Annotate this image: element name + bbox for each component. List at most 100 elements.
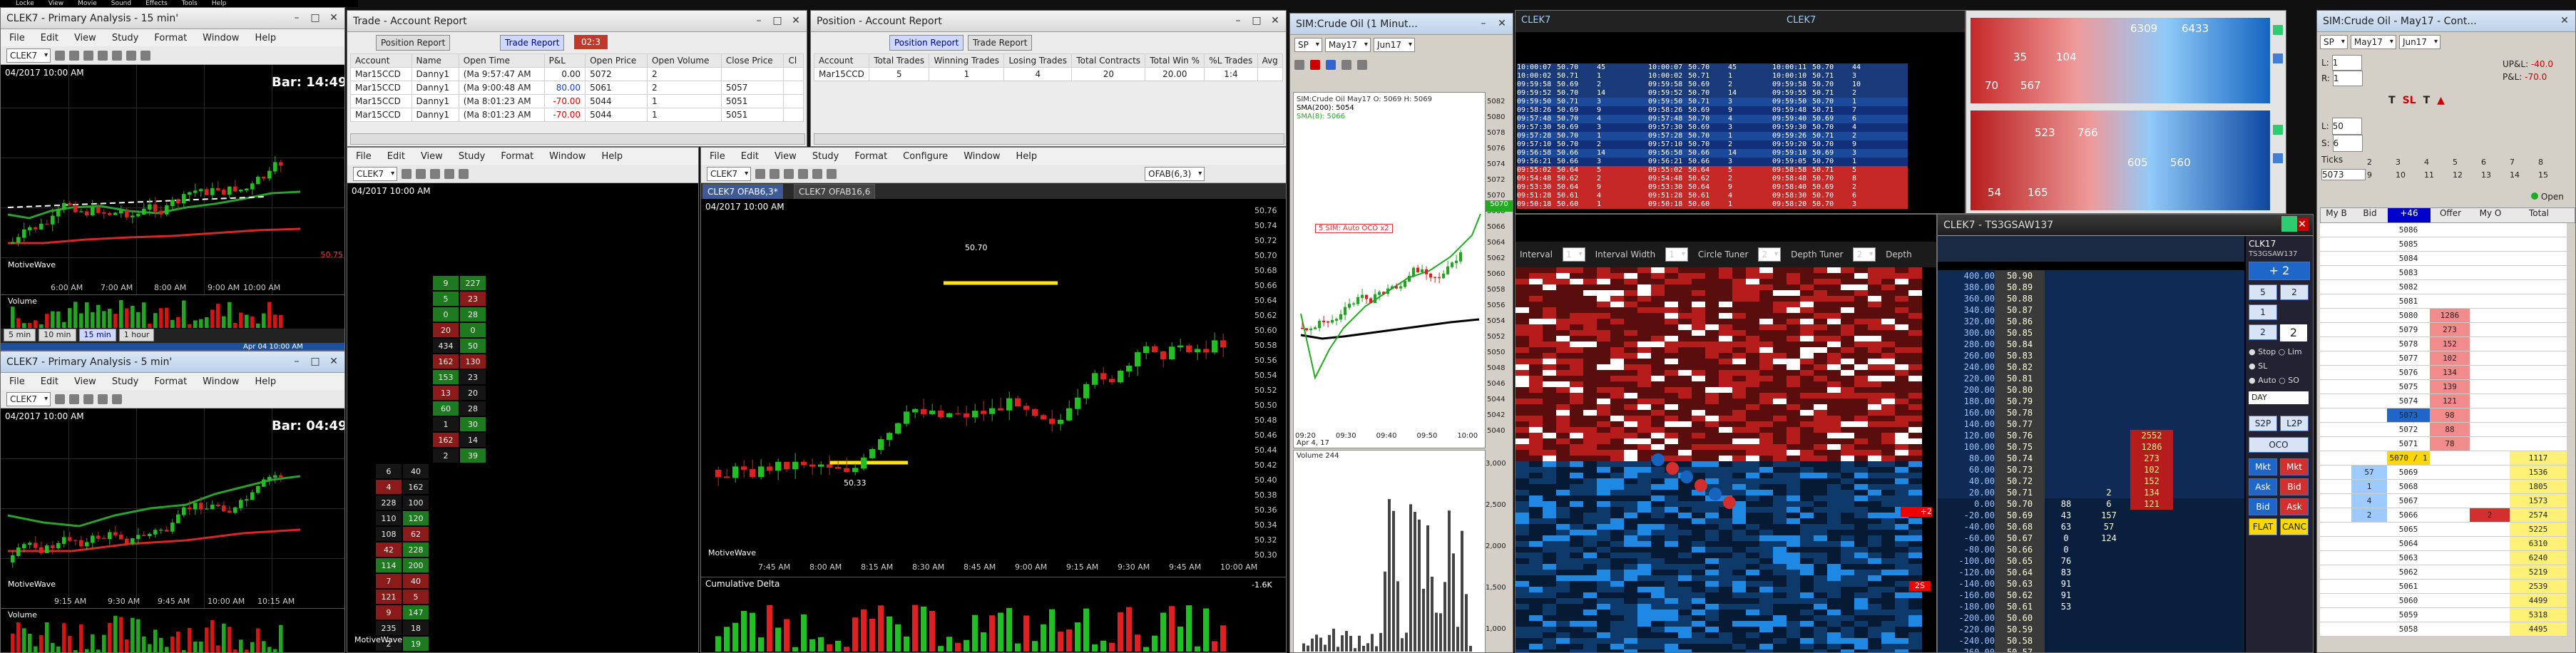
tab-trade-report[interactable]: Trade Report: [968, 35, 1033, 51]
ts-row[interactable]: 09:58:40 50.69 2: [1772, 183, 1908, 192]
window-titlebar[interactable]: CLEK7 - Primary Analysis - 5 min' – □ ✕: [1, 351, 344, 373]
ts-row[interactable]: 09:59:58 50.69 2: [1517, 81, 1652, 89]
tab-ofab-16-6[interactable]: CLEK7 OFAB16,6: [794, 184, 876, 200]
ts-row[interactable]: 09:58:20 50.70 3: [1772, 200, 1908, 209]
ladder-row[interactable]: 40.00 50.72 152: [1938, 475, 2244, 487]
ladder-row[interactable]: -220.00 50.59: [1938, 624, 2244, 635]
ts-row[interactable]: 09:57:48 50.70 4: [1517, 115, 1652, 123]
tick-number[interactable]: 6: [2481, 158, 2486, 167]
ts-row[interactable]: 09:56:58 50.66 14: [1517, 149, 1652, 158]
dom-row[interactable]: 5086: [2320, 223, 2574, 237]
menu-file[interactable]: File: [9, 33, 25, 43]
ts-row[interactable]: 09:55:02 50.64 5: [1648, 166, 1784, 175]
crosshair-icon[interactable]: [69, 50, 80, 61]
tf-tab-15min[interactable]: 15 min: [78, 329, 116, 341]
close-icon[interactable]: ✕: [327, 11, 340, 24]
symbol-select[interactable]: CLEK7: [707, 166, 752, 181]
tick-number[interactable]: 5: [2453, 158, 2458, 167]
order-qty[interactable]: 1: [2331, 55, 2362, 71]
horizontal-scrollbar[interactable]: [814, 133, 1284, 145]
dom-row[interactable]: 5061 2539: [2320, 580, 2574, 594]
heatmap-canvas[interactable]: [1516, 267, 1937, 653]
contract-select-2[interactable]: Jun17: [1373, 38, 1415, 52]
close-icon[interactable]: ✕: [1496, 17, 1508, 30]
tif-select[interactable]: DAY: [2249, 391, 2309, 404]
dom-row[interactable]: 5085: [2320, 237, 2574, 252]
ladder-row[interactable]: -240.00 50.58: [1938, 635, 2244, 647]
col-header[interactable]: Open Price: [585, 53, 648, 68]
draw-icon[interactable]: [1341, 60, 1351, 70]
radio-stop[interactable]: ● Stop ○ Lim: [2249, 347, 2302, 356]
col-header[interactable]: +46: [2388, 208, 2431, 222]
draw-icon[interactable]: [83, 394, 94, 404]
dom-row[interactable]: 5059 5318: [2320, 608, 2574, 622]
ladder-row[interactable]: 360.00 50.88: [1938, 293, 2244, 304]
ts-row[interactable]: 09:58:30 50.70 6: [1772, 192, 1908, 200]
tick-number[interactable]: 8: [2538, 158, 2543, 167]
menu-window[interactable]: Window: [964, 151, 1000, 162]
ts-row[interactable]: 09:51:28 50.61 4: [1517, 192, 1652, 200]
zoom-icon[interactable]: [55, 394, 66, 404]
menu-file[interactable]: File: [356, 151, 372, 162]
ts-row[interactable]: 10:00:02 50.71 1: [1517, 72, 1652, 81]
settings-icon[interactable]: [459, 168, 469, 179]
dom-row[interactable]: 57 5069 1536: [2320, 466, 2574, 480]
ladder-row[interactable]: 400.00 50.90: [1938, 270, 2244, 282]
menu-help[interactable]: Help: [255, 376, 276, 387]
table-row[interactable]: Mar15CCD Danny1 (Ma 8:01:23 AM -70.00 5044 1 5…: [350, 108, 804, 122]
ts-row[interactable]: 09:59:50 50.70 1: [1772, 98, 1908, 106]
ts-row[interactable]: 09:57:28 50.70 1: [1517, 132, 1652, 140]
os-menu-item[interactable]: Locke: [16, 0, 34, 7]
dom-row[interactable]: 5058 4495: [2320, 622, 2574, 637]
ts-row[interactable]: 09:59:52 50.70 14: [1517, 89, 1652, 98]
ts-row[interactable]: 10:00:07 50.70 45: [1517, 63, 1652, 72]
dom-row[interactable]: 5079 273: [2320, 323, 2574, 337]
buy-bid-button[interactable]: Bid: [2249, 498, 2277, 515]
camera-icon[interactable]: [98, 50, 108, 61]
window-titlebar[interactable]: SIM:Crude Oil - May17 - Cont... ✕: [2317, 11, 2575, 32]
ts-row[interactable]: 09:58:26 50.69 9: [1517, 106, 1652, 115]
dom-row[interactable]: 4 5067 1573: [2320, 494, 2574, 508]
dom-row[interactable]: 5082: [2320, 280, 2574, 294]
close-icon[interactable]: ✕: [2558, 14, 2571, 27]
crosshair-icon[interactable]: [69, 394, 80, 404]
maximize-icon[interactable]: □: [1250, 14, 1263, 27]
col-header[interactable]: Total Contracts: [1071, 53, 1146, 68]
os-menu-item[interactable]: Sound: [111, 0, 131, 7]
price-input[interactable]: 5073: [2321, 169, 2366, 180]
tick-number[interactable]: 4: [2424, 158, 2429, 167]
col-header[interactable]: Open Time: [458, 53, 545, 68]
tab-trade-report[interactable]: Trade Report: [500, 35, 565, 51]
price-chart[interactable]: 04/2017 10:00 AM Bar: 04:49 9:15 AM 9:30…: [1, 408, 344, 608]
close-icon[interactable]: ✕: [2296, 218, 2309, 231]
ts-row[interactable]: 10:00:07 50.70 45: [1648, 63, 1784, 72]
dom-row[interactable]: 2 5066 2 2574: [2320, 508, 2574, 523]
window-titlebar[interactable]: CLEK7 - Primary Analysis - 15 min' – □ ✕: [1, 8, 344, 29]
sell-bid-button[interactable]: Bid: [2280, 478, 2309, 495]
col-header[interactable]: Total Trades: [869, 53, 930, 68]
menu-window[interactable]: Window: [203, 33, 239, 43]
circle-tuner-select[interactable]: 2: [1758, 247, 1782, 262]
menu-window[interactable]: Window: [203, 376, 239, 387]
window-titlebar[interactable]: SIM:Crude Oil (1 Minut... – ✕: [1290, 14, 1513, 35]
minimize-icon[interactable]: –: [290, 11, 303, 24]
ts-row[interactable]: 09:59:30 50.70 4: [1772, 123, 1908, 132]
qty-input[interactable]: 2: [2280, 324, 2307, 341]
menu-help[interactable]: Help: [601, 151, 623, 162]
footprint-chart[interactable]: 04/2017 10:00 AM 9 227 5 23 0 28 20 0 434 50 162 13…: [347, 183, 698, 652]
study-select[interactable]: OFAB(6,3): [1145, 166, 1205, 181]
s2p-button[interactable]: S2P: [2249, 416, 2277, 431]
ts-row[interactable]: 09:57:30 50.69 3: [1648, 123, 1784, 132]
zoom-icon[interactable]: [402, 168, 412, 179]
tab-position-report[interactable]: Position Report: [889, 35, 964, 51]
col-header[interactable]: Offer: [2431, 208, 2470, 222]
dom-row[interactable]: 5084: [2320, 252, 2574, 266]
maximize-icon[interactable]: □: [309, 355, 322, 368]
ts-row[interactable]: 09:55:02 50.64 5: [1517, 166, 1652, 175]
tick-number[interactable]: 10: [2396, 170, 2406, 180]
menu-view[interactable]: View: [775, 151, 797, 162]
interval-select[interactable]: 1: [1562, 247, 1585, 262]
tf-tab-1hour[interactable]: 1 hour: [118, 329, 155, 341]
contract-select-2[interactable]: Jun17: [2398, 35, 2440, 49]
settings-icon[interactable]: [112, 394, 123, 404]
